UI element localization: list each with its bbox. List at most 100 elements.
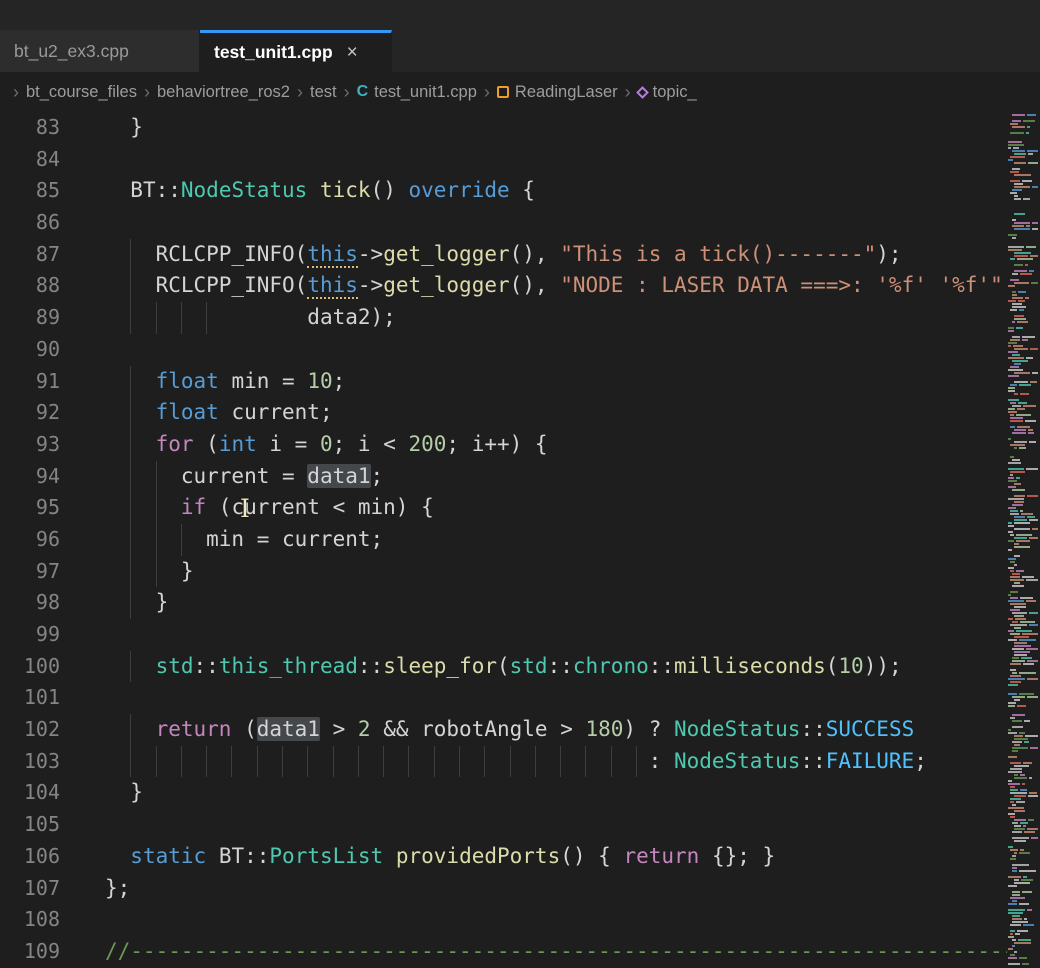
line-number[interactable]: 95	[0, 492, 60, 524]
line-number[interactable]: 106	[0, 841, 60, 873]
minimap-line	[1022, 633, 1038, 635]
code-line[interactable]: 109//-----------------------------------…	[0, 936, 1007, 968]
code-line[interactable]: 93 for (int i = 0; i < 200; i++) {	[0, 429, 1007, 461]
line-number[interactable]: 96	[0, 524, 60, 556]
minimap-line	[1014, 153, 1026, 155]
minimap-line	[1028, 819, 1034, 821]
line-number[interactable]: 104	[0, 777, 60, 809]
code-line[interactable]: 92 float current;	[0, 397, 1007, 429]
code-line[interactable]: 107};	[0, 873, 1007, 905]
breadcrumb-item-behaviortree-ros2[interactable]: behaviortree_ros2	[157, 83, 290, 102]
code-line[interactable]: 98 }	[0, 587, 1007, 619]
line-number[interactable]: 97	[0, 556, 60, 588]
code-line[interactable]: 101	[0, 682, 1007, 714]
code-line[interactable]: 105	[0, 809, 1007, 841]
minimap-line	[1010, 579, 1024, 581]
code-line[interactable]: 102 return (data1 > 2 && robotAngle > 18…	[0, 714, 1007, 746]
line-number[interactable]: 87	[0, 239, 60, 271]
code-line[interactable]: 95 if (current < min) {	[0, 492, 1007, 524]
minimap-line	[1012, 306, 1026, 308]
minimap-line	[1014, 264, 1023, 266]
minimap-line	[1010, 471, 1025, 473]
minimap-line	[1014, 564, 1017, 566]
code-area[interactable]: 83 }8485 BT::NodeStatus tick() override …	[0, 112, 1007, 968]
code-line[interactable]: 85 BT::NodeStatus tick() override {	[0, 175, 1007, 207]
line-number[interactable]: 84	[0, 144, 60, 176]
line-number[interactable]: 88	[0, 270, 60, 302]
minimap-line	[1016, 327, 1023, 329]
code-line[interactable]: 100 std::this_thread::sleep_for(std::chr…	[0, 651, 1007, 683]
code-line[interactable]: 89 data2);	[0, 302, 1007, 334]
code-line[interactable]: 108	[0, 904, 1007, 936]
line-number[interactable]: 107	[0, 873, 60, 905]
minimap-line	[1008, 963, 1020, 965]
code-line[interactable]: 99	[0, 619, 1007, 651]
code-line[interactable]: 90	[0, 334, 1007, 366]
line-number[interactable]: 90	[0, 334, 60, 366]
code-line[interactable]: 84	[0, 144, 1007, 176]
code-token: }	[105, 559, 194, 583]
line-number[interactable]: 99	[0, 619, 60, 651]
breadcrumb-item-bt-course-files[interactable]: bt_course_files	[26, 83, 137, 102]
breadcrumb-item-test-unit1-cpp[interactable]: Ctest_unit1.cpp	[357, 83, 477, 102]
line-number[interactable]: 100	[0, 651, 60, 683]
code-line[interactable]: 106 static BT::PortsList providedPorts()…	[0, 841, 1007, 873]
line-number[interactable]: 109	[0, 936, 60, 968]
code-token: chrono	[573, 654, 649, 678]
breadcrumb-item-test[interactable]: test	[310, 83, 337, 102]
code-token: ) ?	[623, 717, 674, 741]
minimap-line	[1026, 468, 1038, 470]
minimap-line	[1025, 420, 1036, 422]
code-token: static	[130, 844, 206, 868]
line-number[interactable]: 105	[0, 809, 60, 841]
code-token: {	[510, 178, 535, 202]
minimap-line	[1027, 114, 1036, 116]
tab-bt_u2_ex3[interactable]: bt_u2_ex3.cpp	[0, 30, 200, 72]
indent-guide	[611, 746, 612, 778]
code-line[interactable]: 83 }	[0, 112, 1007, 144]
minimap-line	[1029, 519, 1038, 521]
code-line[interactable]: 96 min = current;	[0, 524, 1007, 556]
code-line[interactable]: 88 RCLCPP_INFO(this->get_logger(), "NODE…	[0, 270, 1007, 302]
code-line[interactable]: 91 float min = 10;	[0, 366, 1007, 398]
line-number[interactable]: 92	[0, 397, 60, 429]
line-number[interactable]: 103	[0, 746, 60, 778]
line-number[interactable]: 89	[0, 302, 60, 334]
line-number[interactable]: 93	[0, 429, 60, 461]
chevron-right-icon: ›	[344, 82, 350, 103]
code-token: BT	[130, 178, 155, 202]
line-number[interactable]: 108	[0, 904, 60, 936]
code-token: milliseconds	[674, 654, 826, 678]
indent-guide	[535, 746, 536, 778]
code-line[interactable]: 86	[0, 207, 1007, 239]
minimap-line	[1008, 729, 1011, 731]
line-number[interactable]: 86	[0, 207, 60, 239]
close-icon[interactable]: ×	[347, 42, 358, 64]
line-number[interactable]: 83	[0, 112, 60, 144]
minimap-line	[1010, 816, 1015, 818]
breadcrumb-label: topic_	[653, 83, 697, 102]
minimap-line	[1008, 540, 1014, 542]
code-line[interactable]: 97 }	[0, 556, 1007, 588]
code-line[interactable]: 103 : NodeStatus::FAILURE;	[0, 746, 1007, 778]
breadcrumb-item-topic-[interactable]: topic_	[638, 83, 697, 102]
line-number[interactable]: 94	[0, 461, 60, 493]
code-line[interactable]: 87 RCLCPP_INFO(this->get_logger(), "This…	[0, 239, 1007, 271]
code-token: >	[320, 717, 358, 741]
minimap-line	[1008, 411, 1017, 413]
minimap-line	[1017, 408, 1025, 410]
line-number[interactable]: 101	[0, 682, 60, 714]
tab-test_unit1[interactable]: test_unit1.cpp ×	[200, 30, 392, 72]
line-number[interactable]: 102	[0, 714, 60, 746]
line-number[interactable]: 98	[0, 587, 60, 619]
minimap-line	[1012, 621, 1018, 623]
code-line[interactable]: 104 }	[0, 777, 1007, 809]
minimap[interactable]	[1007, 112, 1040, 968]
minimap-line	[1014, 840, 1026, 842]
code-line[interactable]: 94 current = data1;	[0, 461, 1007, 493]
minimap-line	[1012, 573, 1020, 575]
tab-bar: bt_u2_ex3.cpp test_unit1.cpp ×	[0, 0, 1040, 72]
line-number[interactable]: 91	[0, 366, 60, 398]
breadcrumb-item-readinglaser[interactable]: ReadingLaser	[497, 83, 618, 102]
line-number[interactable]: 85	[0, 175, 60, 207]
